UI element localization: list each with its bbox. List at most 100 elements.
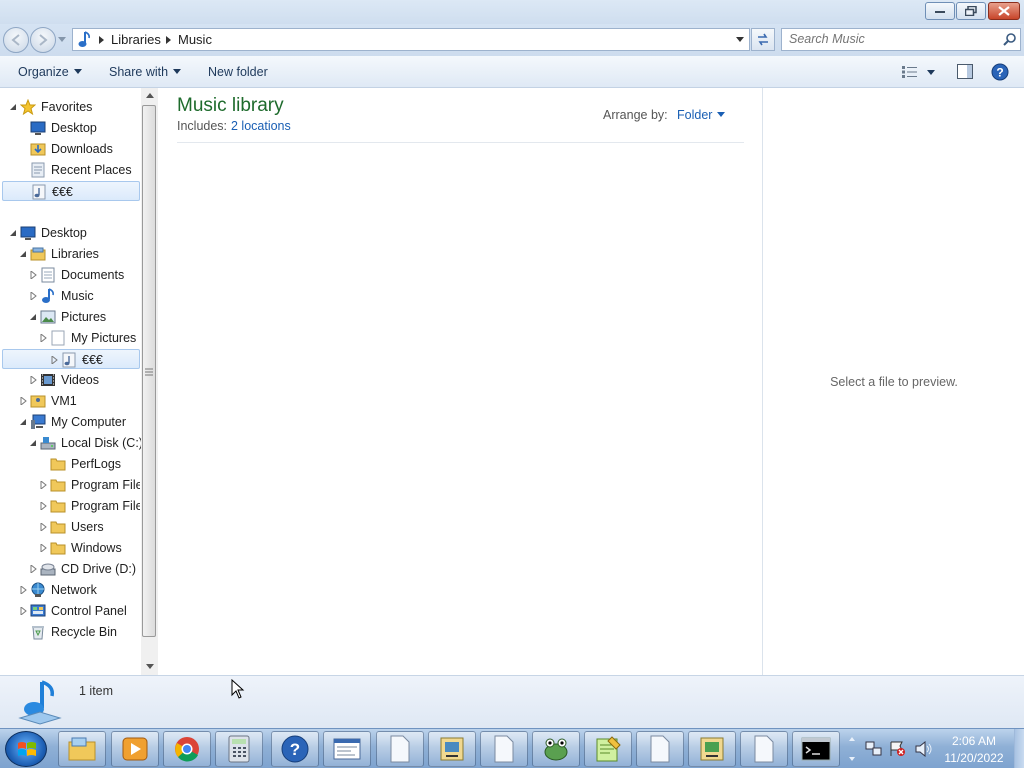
collapsed-arrow-icon[interactable]: [20, 586, 28, 594]
show-desktop-button[interactable]: [1014, 729, 1024, 768]
taskbar-explorer[interactable]: [58, 731, 106, 767]
tree-fav-desktop[interactable]: Desktop: [0, 118, 140, 138]
tree-recycle-bin[interactable]: Recycle Bin: [0, 622, 140, 642]
share-with-button[interactable]: Share with: [109, 65, 182, 79]
expanded-arrow-icon[interactable]: [29, 439, 37, 447]
search-box[interactable]: [781, 28, 1021, 51]
tray-scroll-icon[interactable]: [849, 735, 855, 763]
tree-pictures[interactable]: Pictures: [0, 307, 140, 327]
taskbar-notepad-plus-plus[interactable]: [584, 731, 632, 767]
tree-cd-drive[interactable]: CD Drive (D:): [0, 559, 140, 579]
tree-fav-downloads[interactable]: Downloads: [0, 139, 140, 159]
tree-euro[interactable]: €€€: [2, 349, 140, 369]
taskbar-blank-file-2[interactable]: [480, 731, 528, 767]
volume-icon[interactable]: [915, 741, 933, 757]
taskbar-chrome[interactable]: [163, 731, 211, 767]
tree-my-computer[interactable]: My Computer: [0, 412, 140, 432]
tree-documents[interactable]: Documents: [0, 265, 140, 285]
tree-favorites[interactable]: Favorites: [0, 97, 140, 117]
collapsed-arrow-icon[interactable]: [40, 544, 48, 552]
tree-my-pictures[interactable]: My Pictures: [0, 328, 140, 348]
refresh-button[interactable]: [751, 28, 775, 51]
restore-button[interactable]: [956, 2, 986, 20]
taskbar-command-prompt[interactable]: [792, 731, 840, 767]
breadcrumb-libraries[interactable]: Libraries: [111, 32, 161, 47]
tree-users[interactable]: Users: [0, 517, 140, 537]
help-icon[interactable]: ?: [991, 63, 1009, 81]
expanded-arrow-icon[interactable]: [19, 418, 27, 426]
tree-music[interactable]: Music: [0, 286, 140, 306]
address-bar[interactable]: Libraries Music: [72, 28, 750, 51]
tree-fav-euro[interactable]: €€€: [2, 181, 140, 201]
taskbar-blank-file-4[interactable]: [740, 731, 788, 767]
collapsed-arrow-icon[interactable]: [51, 356, 59, 364]
tree-control-panel[interactable]: Control Panel: [0, 601, 140, 621]
collapsed-arrow-icon[interactable]: [30, 292, 38, 300]
scrollbar-thumb[interactable]: [142, 105, 156, 637]
tree-label: VM1: [51, 394, 77, 408]
forward-button[interactable]: [30, 27, 56, 53]
collapsed-arrow-icon[interactable]: [30, 565, 38, 573]
breadcrumb-separator-icon[interactable]: [166, 36, 172, 44]
arrange-by-dropdown[interactable]: Folder: [677, 108, 726, 122]
collapsed-arrow-icon[interactable]: [30, 271, 38, 279]
collapsed-arrow-icon[interactable]: [40, 502, 48, 510]
search-input[interactable]: [789, 32, 989, 46]
network-tray-icon[interactable]: [865, 741, 883, 757]
taskbar-media-player[interactable]: [111, 731, 159, 767]
tree-vm1[interactable]: VM1: [0, 391, 140, 411]
taskbar-gallery-app[interactable]: [688, 731, 736, 767]
music-icon: [42, 288, 54, 303]
tree-network[interactable]: Network: [0, 580, 140, 600]
expanded-arrow-icon[interactable]: [19, 250, 27, 258]
scroll-up-icon[interactable]: [146, 93, 154, 99]
clock-date[interactable]: 11/20/2022: [942, 751, 1006, 765]
collapsed-arrow-icon[interactable]: [20, 397, 28, 405]
expanded-arrow-icon[interactable]: [29, 313, 37, 321]
tree-perflogs[interactable]: PerfLogs: [0, 454, 140, 474]
organize-label: Organize: [18, 65, 69, 79]
back-button[interactable]: [3, 27, 29, 53]
collapsed-arrow-icon[interactable]: [40, 481, 48, 489]
blank-file-icon: [754, 735, 774, 763]
new-folder-button[interactable]: New folder: [208, 65, 268, 79]
file-list-pane[interactable]: Music library Includes: 2 locations Arra…: [159, 88, 762, 675]
view-dropdown-icon[interactable]: [927, 70, 935, 76]
expanded-arrow-icon[interactable]: [9, 229, 17, 237]
preview-pane-icon[interactable]: [957, 64, 973, 79]
breadcrumb-music[interactable]: Music: [178, 32, 212, 47]
tree-fav-recent-places[interactable]: Recent Places: [0, 160, 140, 180]
taskbar-wordpad[interactable]: [323, 731, 371, 767]
tree-program-files-x86[interactable]: Program Files: [0, 496, 140, 516]
tree-program-files[interactable]: Program Files: [0, 475, 140, 495]
locations-link[interactable]: 2 locations: [231, 119, 291, 133]
taskbar-calculator[interactable]: [215, 731, 263, 767]
tree-desktop[interactable]: Desktop: [0, 223, 140, 243]
start-button[interactable]: [5, 731, 47, 767]
address-dropdown-icon[interactable]: [736, 37, 744, 43]
collapsed-arrow-icon[interactable]: [40, 334, 48, 342]
taskbar-help[interactable]: ?: [271, 731, 319, 767]
close-button[interactable]: [988, 2, 1020, 20]
tree-windows[interactable]: Windows: [0, 538, 140, 558]
taskbar-blank-file-1[interactable]: [376, 731, 424, 767]
action-center-icon[interactable]: [889, 741, 907, 757]
minimize-button[interactable]: [925, 2, 955, 20]
folder-icon: [50, 500, 66, 513]
tree-videos[interactable]: Videos: [0, 370, 140, 390]
expanded-arrow-icon[interactable]: [9, 103, 17, 111]
taskbar-control-panel-app[interactable]: [428, 731, 476, 767]
search-icon[interactable]: [1003, 32, 1017, 46]
collapsed-arrow-icon[interactable]: [40, 523, 48, 531]
tree-local-disk[interactable]: Local Disk (C:): [0, 433, 143, 453]
view-options-icon[interactable]: [902, 66, 918, 78]
taskbar-frog-app[interactable]: [532, 731, 580, 767]
tree-libraries[interactable]: Libraries: [0, 244, 140, 264]
collapsed-arrow-icon[interactable]: [30, 376, 38, 384]
taskbar-blank-file-3[interactable]: [636, 731, 684, 767]
organize-button[interactable]: Organize: [18, 65, 82, 79]
scroll-down-icon[interactable]: [146, 664, 154, 670]
recent-pages-dropdown-icon[interactable]: [58, 37, 66, 43]
collapsed-arrow-icon[interactable]: [20, 607, 28, 615]
clock-time[interactable]: 2:06 AM: [950, 734, 998, 748]
